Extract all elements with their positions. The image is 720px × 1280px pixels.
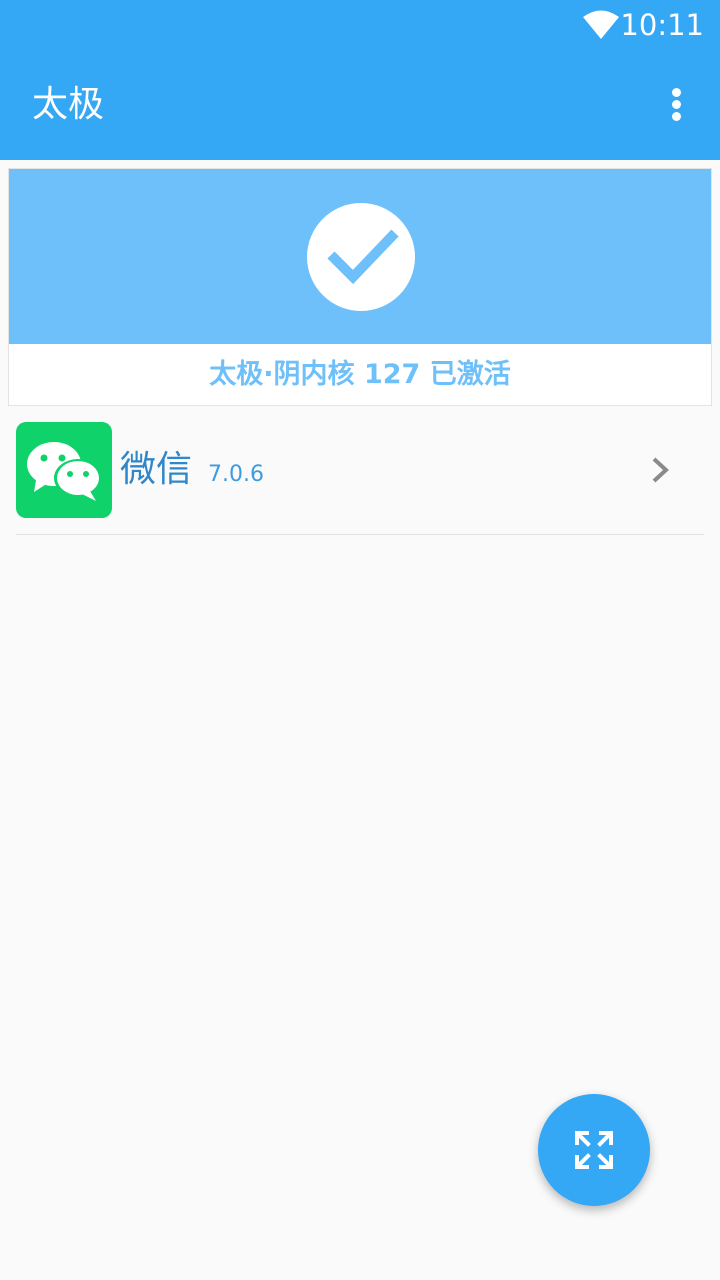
more-vertical-icon (672, 88, 681, 97)
app-bar: 10:11 太极 (0, 0, 720, 160)
list-divider (16, 534, 704, 535)
status-banner (9, 169, 711, 344)
app-list-item[interactable]: 微信 7.0.6 (0, 414, 720, 534)
more-vertical-icon-dot (672, 100, 681, 109)
status-bar: 10:11 (0, 0, 720, 50)
framework-status-card[interactable]: 太极·阴内核 127 已激活 (8, 168, 712, 406)
more-options-button[interactable] (652, 80, 700, 128)
status-time: 10:11 (620, 8, 704, 42)
app-name: 微信 (120, 449, 193, 490)
more-vertical-icon-dot (672, 112, 681, 121)
expand-fab-button[interactable] (538, 1094, 650, 1206)
expand-arrows-icon (575, 1131, 613, 1169)
framework-status-text: 太极·阴内核 127 已激活 (209, 359, 511, 390)
app-version: 7.0.6 (208, 462, 264, 487)
check-circle-icon (307, 203, 415, 311)
page-title: 太极 (32, 84, 105, 125)
chevron-right-icon (652, 457, 669, 483)
wechat-icon (16, 422, 112, 518)
wifi-icon (583, 10, 619, 39)
